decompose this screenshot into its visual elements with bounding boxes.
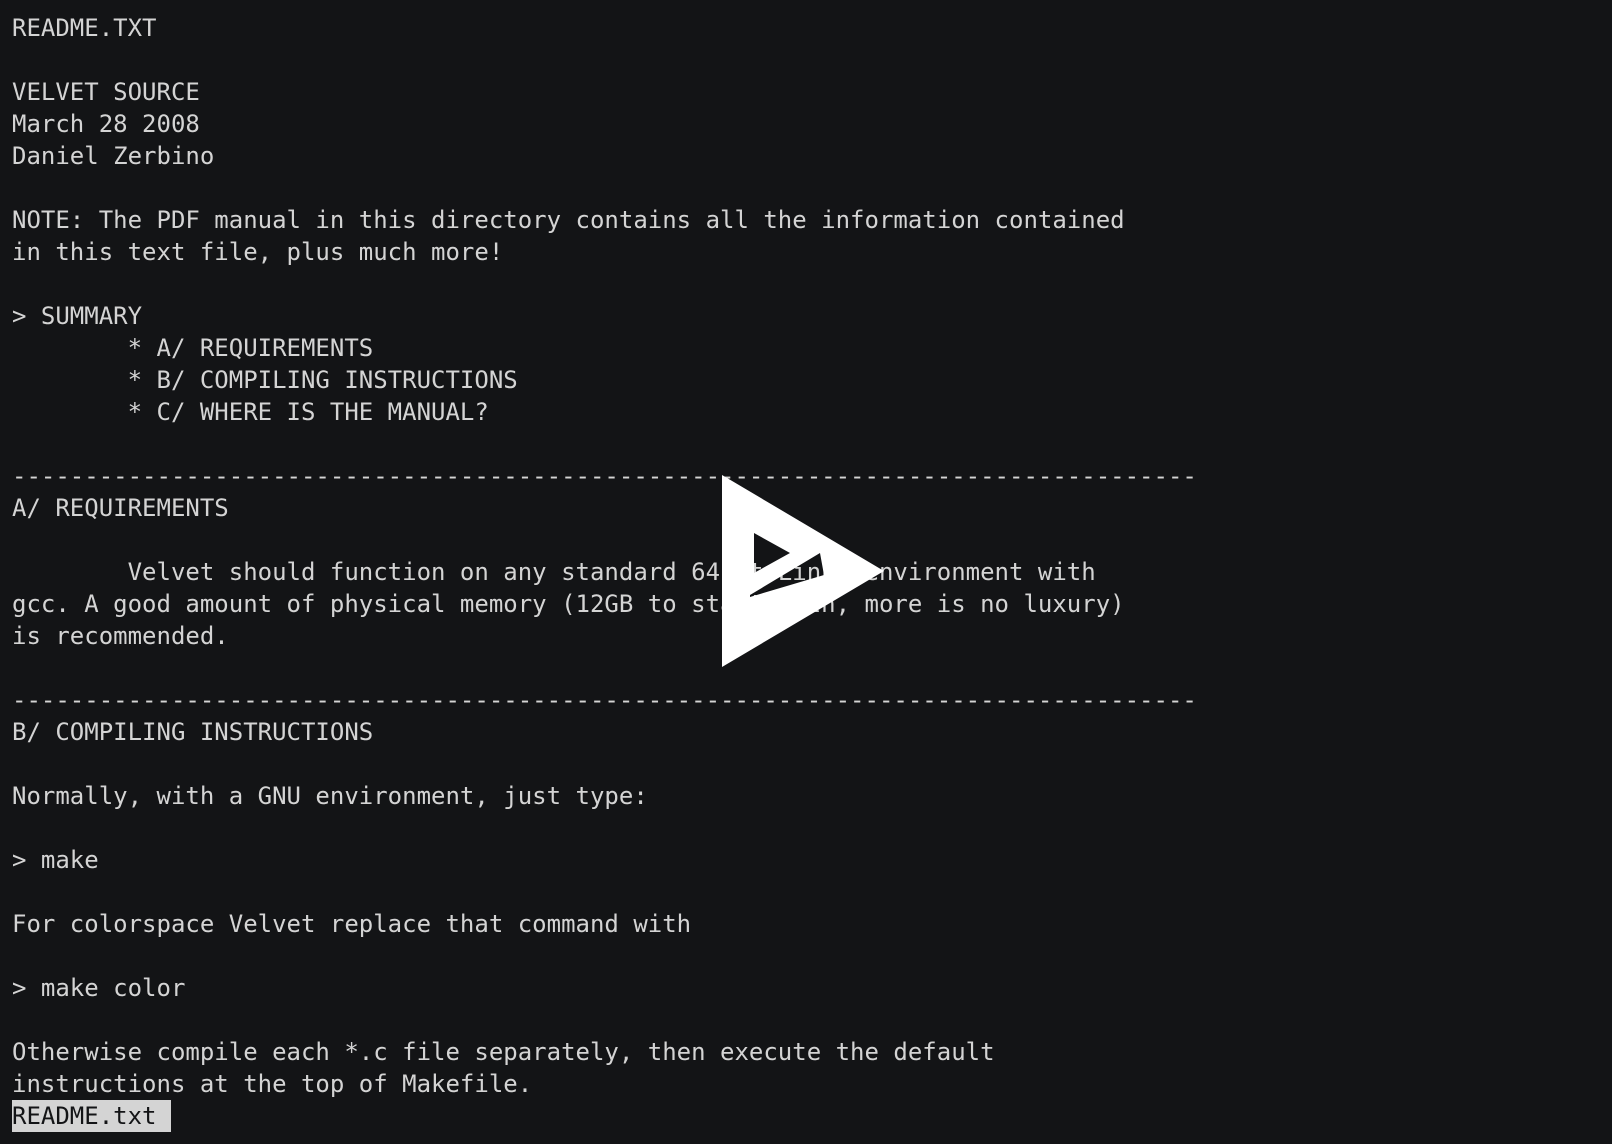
text-line <box>12 1004 1612 1036</box>
text-line: NOTE: The PDF manual in this directory c… <box>12 206 1125 234</box>
text-line: instructions at the top of Makefile. <box>12 1070 533 1098</box>
text-line: README.TXT <box>12 14 157 42</box>
text-line <box>12 876 1612 908</box>
text-line: For colorspace Velvet replace that comma… <box>12 910 692 938</box>
text-line: * A/ REQUIREMENTS <box>12 334 374 362</box>
text-line <box>12 428 1612 460</box>
play-icon[interactable] <box>722 475 892 671</box>
text-line: > make color <box>12 974 186 1002</box>
text-line <box>12 748 1612 780</box>
status-bar-filename: README.txt <box>12 1100 171 1132</box>
play-icon-graphic <box>722 475 884 667</box>
text-line: > make <box>12 846 99 874</box>
text-line: in this text file, plus much more! <box>12 238 504 266</box>
text-line <box>12 44 1612 76</box>
text-line <box>12 940 1612 972</box>
text-line: Normally, with a GNU environment, just t… <box>12 782 648 810</box>
text-line <box>12 812 1612 844</box>
text-line: Otherwise compile each *.c file separate… <box>12 1038 995 1066</box>
text-line: ----------------------------------------… <box>12 686 1197 714</box>
terminal-viewer[interactable]: README.TXT VELVET SOURCE March 28 2008 D… <box>0 0 1612 1144</box>
text-line <box>12 268 1612 300</box>
text-line: * B/ COMPILING INSTRUCTIONS <box>12 366 518 394</box>
text-line: Daniel Zerbino <box>12 142 215 170</box>
text-line: VELVET SOURCE <box>12 78 200 106</box>
text-line <box>12 172 1612 204</box>
text-line: March 28 2008 <box>12 110 200 138</box>
text-line: > SUMMARY <box>12 302 143 330</box>
text-line: * C/ WHERE IS THE MANUAL? <box>12 398 489 426</box>
text-line: B/ COMPILING INSTRUCTIONS <box>12 718 374 746</box>
